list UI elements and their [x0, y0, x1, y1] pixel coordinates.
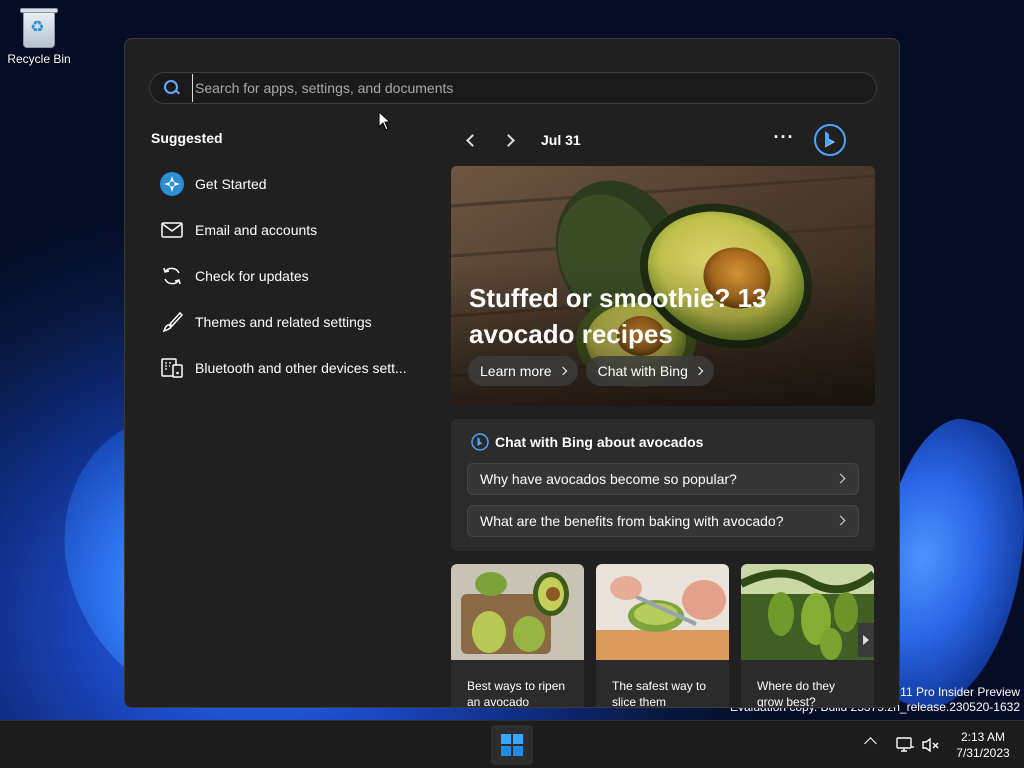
desktop-icon-label: Recycle Bin	[7, 52, 71, 66]
tiles-scroll-right-button[interactable]	[858, 623, 874, 657]
article-title: The safest way to slice them	[612, 679, 707, 708]
mouse-cursor-icon	[378, 111, 392, 131]
bing-question-label: What are the benefits from baking with a…	[480, 513, 784, 529]
chevron-right-icon	[558, 366, 567, 376]
volume-muted-icon[interactable]	[921, 735, 941, 755]
article-title: Best ways to ripen an avocado	[467, 679, 566, 708]
chevron-right-icon	[835, 473, 846, 484]
chevron-left-icon	[465, 133, 479, 147]
search-box[interactable]	[149, 72, 877, 104]
suggested-item-get-started[interactable]: Get Started	[151, 161, 441, 207]
system-clock[interactable]: 2:13 AM 7/31/2023	[950, 729, 1016, 761]
suggested-item-email-accounts[interactable]: Email and accounts	[151, 207, 441, 253]
suggested-item-label: Get Started	[195, 176, 267, 192]
bing-icon	[471, 433, 489, 451]
mail-icon	[159, 217, 185, 243]
feed-date: Jul 31	[541, 132, 581, 148]
show-hidden-icons-button[interactable]	[864, 737, 877, 750]
suggested-item-check-updates[interactable]: Check for updates	[151, 253, 441, 299]
start-menu: Suggested Get Started Email and accounts	[124, 38, 900, 708]
article-image	[741, 564, 874, 660]
more-options-button[interactable]: ···	[769, 125, 799, 155]
article-title: Where do they grow best?	[757, 679, 836, 708]
learn-more-label: Learn more	[480, 363, 552, 379]
suggested-item-label: Themes and related settings	[195, 314, 372, 330]
chevron-right-icon	[835, 515, 846, 526]
devices-icon	[159, 355, 185, 381]
suggested-item-bluetooth-devices[interactable]: Bluetooth and other devices sett...	[151, 345, 441, 391]
arrow-right-icon	[863, 635, 869, 645]
hero-card[interactable]: Stuffed or smoothie? 13 avocado recipes …	[451, 166, 875, 406]
suggested-heading: Suggested	[151, 130, 223, 146]
search-input[interactable]	[192, 74, 876, 102]
taskbar: 2:13 AM 7/31/2023	[0, 720, 1024, 768]
network-icon[interactable]	[895, 735, 915, 755]
windows-logo-icon	[501, 734, 523, 756]
chevron-right-icon	[694, 366, 704, 376]
bing-question-button[interactable]: What are the benefits from baking with a…	[467, 505, 859, 537]
suggested-item-label: Check for updates	[195, 268, 309, 284]
suggested-item-themes[interactable]: Themes and related settings	[151, 299, 441, 345]
learn-more-button[interactable]: Learn more	[468, 356, 578, 386]
chat-with-bing-label: Chat with Bing	[597, 363, 688, 379]
chevron-right-icon	[501, 133, 515, 147]
suggested-item-label: Bluetooth and other devices sett...	[195, 360, 407, 376]
start-button[interactable]	[491, 725, 533, 765]
bing-icon	[814, 124, 846, 156]
article-tile[interactable]: Best ways to ripen an avocado	[451, 564, 584, 708]
clock-date: 7/31/2023	[956, 746, 1010, 760]
hero-title[interactable]: Stuffed or smoothie? 13 avocado recipes	[469, 280, 809, 352]
recycle-bin-icon: ♻	[20, 6, 58, 48]
hero-actions: Learn more Chat with Bing	[468, 356, 722, 386]
bing-chat-title: Chat with Bing about avocados	[495, 434, 704, 450]
desktop-icon-recycle-bin[interactable]: ♻ Recycle Bin	[4, 6, 74, 66]
article-image	[451, 564, 584, 660]
bing-chat-card: Chat with Bing about avocados Why have a…	[451, 419, 875, 551]
feed-nav: Jul 31 ···	[455, 123, 875, 157]
sync-icon	[159, 263, 185, 289]
search-icon	[164, 80, 180, 96]
previous-day-button[interactable]	[455, 125, 485, 155]
article-tile[interactable]: Where do they grow best?	[741, 564, 874, 708]
get-started-icon	[159, 171, 185, 197]
bing-chat-header: Chat with Bing about avocados	[471, 433, 703, 451]
article-tiles: Best ways to ripen an avocado The safest…	[451, 564, 875, 708]
bing-question-button[interactable]: Why have avocados become so popular?	[467, 463, 859, 495]
article-tile[interactable]: The safest way to slice them	[596, 564, 729, 708]
suggested-list: Get Started Email and accounts Check for…	[151, 161, 441, 391]
bing-button[interactable]	[813, 123, 847, 157]
chat-with-bing-button[interactable]: Chat with Bing	[585, 356, 714, 386]
article-image	[596, 564, 729, 660]
bing-question-label: Why have avocados become so popular?	[480, 471, 737, 487]
suggested-item-label: Email and accounts	[195, 222, 318, 238]
next-day-button[interactable]	[495, 125, 525, 155]
brush-icon	[159, 309, 185, 335]
clock-time: 2:13 AM	[960, 730, 1006, 744]
